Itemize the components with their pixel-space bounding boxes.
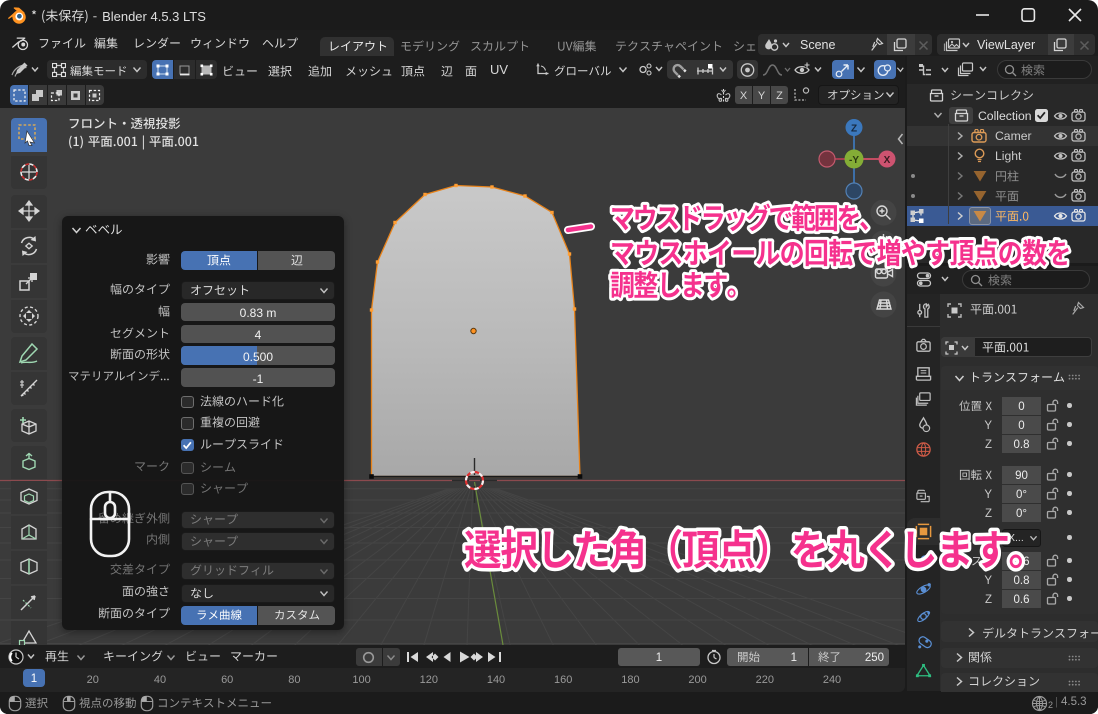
svg-text:Z: Z [851, 124, 857, 135]
svg-text:X: X [884, 155, 891, 166]
svg-text:-Y: -Y [849, 155, 859, 166]
